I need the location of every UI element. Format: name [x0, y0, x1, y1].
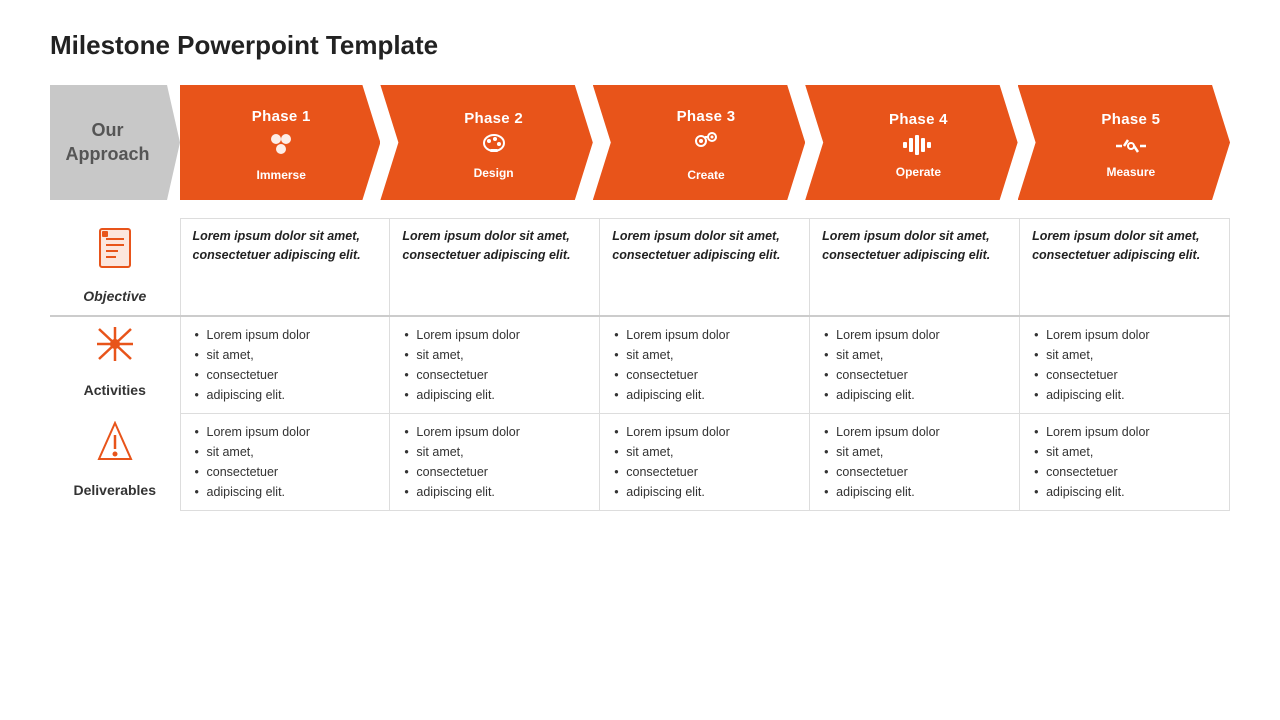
phase-2-chevron: Phase 2 Design [380, 85, 592, 200]
phase-5-name: Measure [1106, 165, 1155, 179]
activities-cell-3: Lorem ipsum dolor sit amet, consectetuer… [600, 316, 810, 414]
phase-4-label: Phase 4 [889, 111, 948, 128]
deliverables-icon [97, 421, 133, 476]
phase-1-chevron: Phase 1 Immerse [180, 85, 380, 200]
objective-cell-5: Lorem ipsum dolor sit amet, consectetuer… [1020, 219, 1230, 316]
activities-icon [95, 325, 135, 376]
deliverables-cell-5: Lorem ipsum dolor sit amet, consectetuer… [1020, 413, 1230, 510]
phase-2-name: Design [474, 166, 514, 180]
phase-1-label: Phase 1 [252, 108, 311, 125]
phase-chevron-row: OurApproach Phase 1 Immerse Phase 2 [50, 85, 1230, 200]
objective-cell-1: Lorem ipsum dolor sit amet, consectetuer… [180, 219, 390, 316]
phases-container: Phase 1 Immerse Phase 2 [180, 85, 1230, 200]
objective-icon [96, 227, 134, 282]
phase-3-name: Create [687, 168, 724, 182]
phase-3-icon [691, 129, 721, 166]
objective-cell-4: Lorem ipsum dolor sit amet, consectetuer… [810, 219, 1020, 316]
activities-header: Activities [50, 316, 180, 414]
approach-label: OurApproach [50, 85, 180, 200]
phase-1-icon [266, 129, 296, 166]
deliverables-row: Deliverables Lorem ipsum dolor sit amet,… [50, 413, 1230, 510]
phase-4-chevron: Phase 4 Operate [805, 85, 1017, 200]
objective-cell-2: Lorem ipsum dolor sit amet, consectetuer… [390, 219, 600, 316]
phase-1-name: Immerse [257, 168, 306, 182]
phase-4-icon [901, 132, 935, 163]
activities-row: Activities Lorem ipsum dolor sit amet, c… [50, 316, 1230, 414]
objective-title: Objective [83, 286, 146, 307]
phase-2-icon [479, 131, 509, 164]
activities-cell-1: Lorem ipsum dolor sit amet, consectetuer… [180, 316, 390, 414]
activities-title: Activities [84, 380, 146, 401]
deliverables-header: Deliverables [50, 413, 180, 510]
objective-header: Objective [50, 219, 180, 316]
deliverables-title: Deliverables [74, 480, 157, 501]
deliverables-cell-3: Lorem ipsum dolor sit amet, consectetuer… [600, 413, 810, 510]
phase-3-chevron: Phase 3 Create [593, 85, 805, 200]
phase-4-name: Operate [896, 165, 941, 179]
deliverables-cell-1: Lorem ipsum dolor sit amet, consectetuer… [180, 413, 390, 510]
phase-5-label: Phase 5 [1101, 111, 1160, 128]
objective-row: Objective Lorem ipsum dolor sit amet, co… [50, 219, 1230, 316]
activities-cell-5: Lorem ipsum dolor sit amet, consectetuer… [1020, 316, 1230, 414]
content-table: Objective Lorem ipsum dolor sit amet, co… [50, 218, 1230, 511]
page-title: Milestone Powerpoint Template [50, 30, 1230, 61]
phase-5-icon [1114, 132, 1148, 163]
phase-3-label: Phase 3 [677, 108, 736, 125]
deliverables-cell-2: Lorem ipsum dolor sit amet, consectetuer… [390, 413, 600, 510]
activities-cell-4: Lorem ipsum dolor sit amet, consectetuer… [810, 316, 1020, 414]
deliverables-cell-4: Lorem ipsum dolor sit amet, consectetuer… [810, 413, 1020, 510]
phase-5-chevron: Phase 5 Measure [1018, 85, 1230, 200]
objective-cell-3: Lorem ipsum dolor sit amet, consectetuer… [600, 219, 810, 316]
activities-cell-2: Lorem ipsum dolor sit amet, consectetuer… [390, 316, 600, 414]
phase-2-label: Phase 2 [464, 110, 523, 127]
